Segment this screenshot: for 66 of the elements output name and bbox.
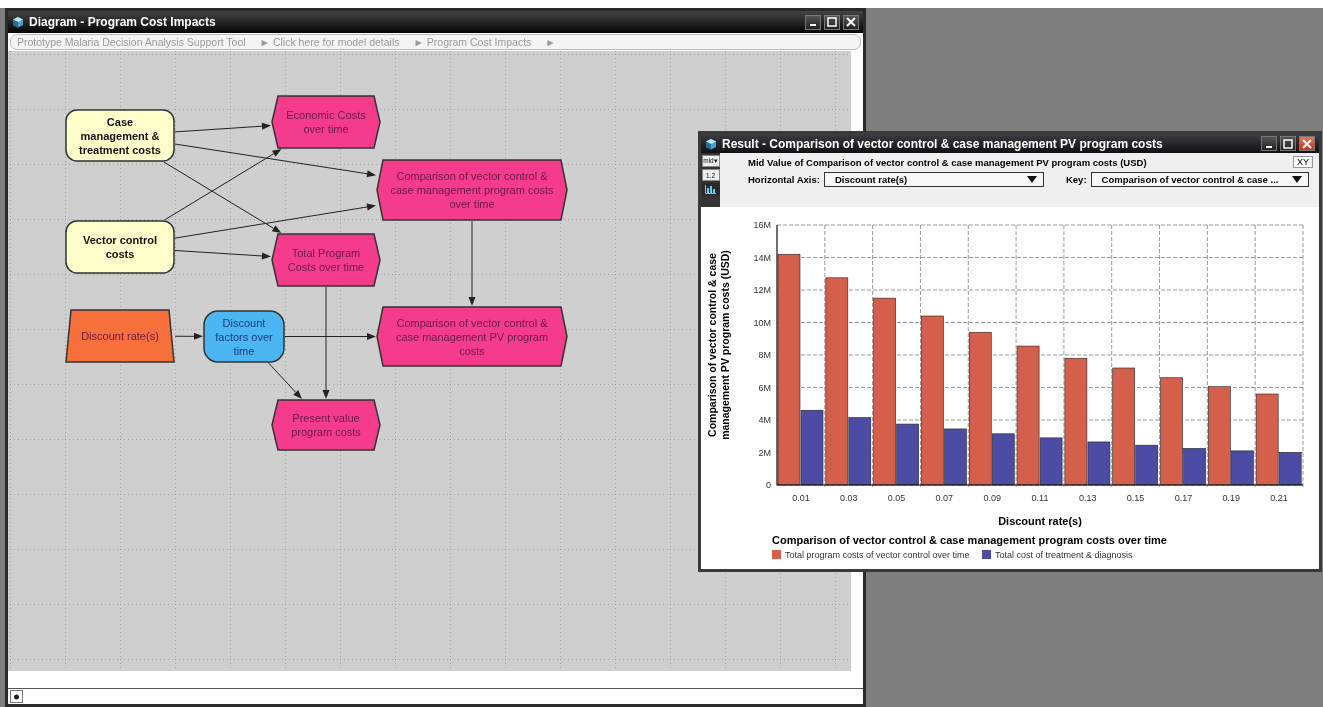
diagram-node[interactable]: Present value program costs (271, 399, 381, 451)
diagram-node[interactable]: Case management & treatment costs (65, 109, 175, 162)
breadcrumb-link[interactable]: ► Click here for model details (259, 36, 400, 48)
diagram-node[interactable]: Discount factors over time (203, 310, 285, 363)
close-icon (1301, 137, 1313, 150)
window-title: Result - Comparison of vector control & case management PV program costs (722, 136, 1163, 151)
minimize-icon (1266, 145, 1272, 148)
diagram-node[interactable]: Comparison of vector control & case management PV program costs (376, 306, 568, 367)
key-label: Key: (1065, 174, 1087, 185)
tick-label: 0.09 (983, 493, 1001, 503)
diagram-node[interactable]: Economic Costs over time (271, 95, 381, 149)
diagram-node[interactable]: Vector control costs (65, 220, 175, 274)
diagram-node[interactable]: Comparison of vector control & case management program costs over time (376, 159, 568, 221)
key-dropdown[interactable]: Comparison of vector control & case ... (1090, 172, 1309, 187)
result-heading: Mid Value of Comparison of vector control & case management PV program costs (USD) (748, 156, 1147, 168)
maximize-icon (1282, 137, 1294, 150)
cube-icon (705, 137, 717, 150)
maximize-button[interactable] (1280, 136, 1296, 151)
diagram-node[interactable]: Discount rate(s) (65, 309, 175, 363)
pin-icon[interactable] (10, 690, 23, 703)
tick-label: 4M (758, 415, 771, 425)
maximize-icon (826, 16, 838, 28)
maximize-button[interactable] (824, 14, 840, 30)
tick-label: 0.17 (1174, 493, 1193, 503)
breadcrumb-link[interactable]: ► (545, 36, 556, 48)
minimize-button[interactable] (805, 14, 821, 30)
tick-label: 10M (753, 317, 771, 328)
minimize-icon (810, 24, 816, 26)
axis-title: Comparison of vector control & case management PV program costs (USD) (706, 250, 731, 440)
tick-label: 0.01 (792, 493, 810, 503)
minimize-button[interactable] (1261, 136, 1277, 151)
view-button[interactable] (701, 183, 720, 195)
legend-label: Total cost of treatment & diagnosis (995, 550, 1133, 560)
tick-label: 12M (753, 285, 771, 295)
tick-label: 6M (758, 382, 771, 393)
legend-title: Comparison of vector control & case management program costs over time (772, 534, 1167, 546)
bar-chart-icon (705, 184, 716, 194)
tick-label: 0.03 (839, 493, 858, 503)
tick-label: 0.15 (1126, 493, 1145, 503)
breadcrumb-link[interactable]: ► Program Cost Impacts (413, 36, 532, 48)
cube-icon (12, 16, 24, 28)
arrow (268, 362, 302, 399)
tick-label: 0.13 (1079, 493, 1097, 503)
axis-title: Discount rate(s) (998, 515, 1082, 527)
tick-label: 0.11 (1031, 493, 1049, 503)
tick-label: 8M (758, 350, 771, 360)
legend-label: Total program costs of vector control over time (785, 550, 970, 560)
tick-label: 16M (753, 220, 771, 230)
window-title: Diagram - Program Cost Impacts (29, 15, 216, 29)
caret-icon (1291, 176, 1302, 183)
tick-label: 0.07 (935, 493, 954, 503)
xy-button[interactable]: XY (1293, 156, 1313, 168)
tick-label: 2M (758, 447, 771, 458)
tick-label: 14M (753, 252, 771, 263)
tick-label: 0 (766, 480, 771, 490)
caret-icon (1026, 176, 1037, 183)
arrow (174, 332, 203, 340)
close-icon (845, 16, 857, 28)
tick-label: 0.19 (1222, 493, 1241, 503)
diagram-node[interactable]: Total Program Costs over time (271, 233, 381, 287)
close-button[interactable] (843, 14, 859, 30)
tick-label: 0.05 (887, 493, 906, 503)
axis-dropdown[interactable]: Discount rate(s) (823, 172, 1044, 187)
breadcrumb-link[interactable]: Prototype Malaria Decision Analysis Support Tool (17, 36, 246, 48)
tick-label: 0.21 (1270, 493, 1288, 503)
axis-label: Horizontal Axis: (748, 174, 820, 185)
